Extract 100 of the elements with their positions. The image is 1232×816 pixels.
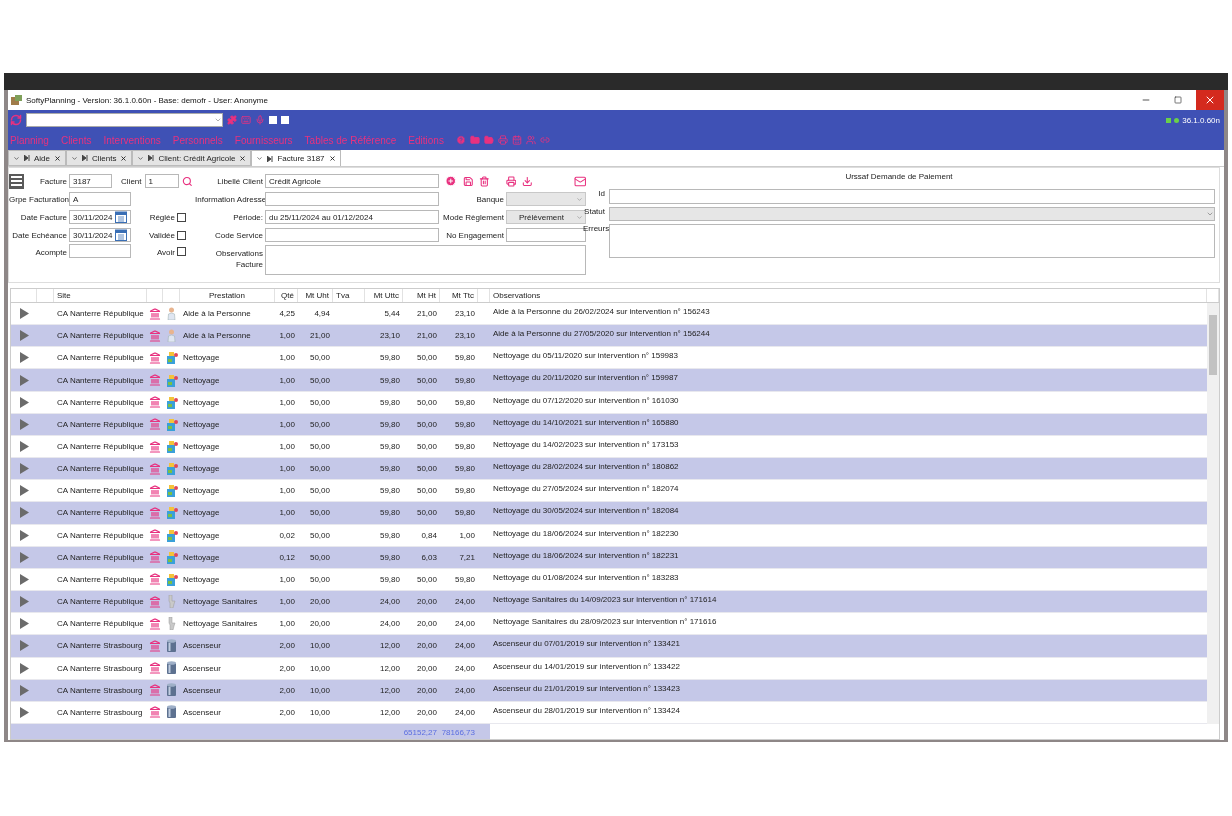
cleaning-icon <box>165 550 178 564</box>
input-field[interactable]: du 25/11/2024 au 01/12/2024 <box>265 210 439 224</box>
table-cell-text: 59,80 <box>453 397 476 407</box>
cylinder-icon <box>166 638 177 653</box>
table-cell-text: CA Nanterre République <box>56 619 145 629</box>
field-label: Observations Facture <box>214 248 263 270</box>
text-area[interactable] <box>265 245 586 275</box>
expand-arrow-icon[interactable] <box>19 551 29 563</box>
expand-arrow-icon[interactable] <box>19 485 29 497</box>
checkbox[interactable] <box>177 230 186 240</box>
mail-icon[interactable] <box>573 174 586 188</box>
table-cell-text: 59,80 <box>378 397 401 407</box>
tab[interactable]: Clients <box>66 150 133 166</box>
expand-arrow-icon[interactable] <box>19 308 29 320</box>
field-label: Information Adresse <box>195 194 263 204</box>
table-cell-text: Nettoyage du 14/02/2023 sur intervention n° 173153 <box>492 438 680 449</box>
expand-arrow-icon[interactable] <box>19 441 29 452</box>
expand-arrow-icon[interactable] <box>19 662 29 674</box>
input-field[interactable]: 1 <box>144 174 180 188</box>
table-cell-text: 59,80 <box>453 442 476 451</box>
date-field[interactable]: 30/11/2024 <box>69 210 131 224</box>
expand-arrow-icon[interactable] <box>19 507 29 519</box>
expand-arrow-icon[interactable] <box>19 684 29 696</box>
skip-icon[interactable] <box>267 155 274 162</box>
tab-menu-icon[interactable] <box>256 155 264 162</box>
field-label: Code Service <box>213 230 263 240</box>
table-cell-text: Ascenseur <box>182 685 222 695</box>
input-field[interactable] <box>609 189 1215 204</box>
skip-icon[interactable] <box>148 155 155 161</box>
bank-icon <box>149 418 161 431</box>
table-cell-text: Nettoyage <box>182 574 221 584</box>
close-tab-icon[interactable] <box>54 154 61 162</box>
tab[interactable]: Aide <box>8 150 66 166</box>
table-cell-text: 2,00 <box>278 685 296 695</box>
input-field[interactable] <box>265 192 439 206</box>
help-icon[interactable] <box>455 135 466 145</box>
table-cell-text: 2,00 <box>278 707 296 717</box>
expand-arrow-icon[interactable] <box>19 463 29 475</box>
skip-icon[interactable] <box>82 155 88 161</box>
search-combo[interactable] <box>26 113 223 127</box>
table-cell-text: CA Nanterre Strasbourg <box>56 641 144 651</box>
refresh-icon[interactable] <box>10 114 22 126</box>
delete-icon[interactable] <box>479 175 490 187</box>
table-cell-text: 24,00 <box>378 619 401 629</box>
print-icon[interactable] <box>505 175 517 187</box>
expand-arrow-icon[interactable] <box>19 640 29 652</box>
search-icon[interactable] <box>182 175 193 187</box>
expand-arrow-icon[interactable] <box>19 374 29 386</box>
expand-arrow-icon[interactable] <box>19 706 29 718</box>
calendar-icon[interactable] <box>115 229 127 241</box>
expand-arrow-icon[interactable] <box>19 573 29 585</box>
input-field[interactable] <box>265 228 439 242</box>
expand-arrow-icon[interactable] <box>19 596 29 608</box>
input-field[interactable]: A <box>69 192 131 206</box>
table-cell-text: 50,00 <box>308 574 331 584</box>
table-cell-text: 5,44 <box>383 309 401 319</box>
input-field[interactable]: Crédit Agricole <box>265 174 439 188</box>
table-cell-text: 1,00 <box>278 508 296 518</box>
tab[interactable]: Facture 3187 <box>251 150 341 166</box>
tab-menu-icon[interactable] <box>137 154 145 162</box>
close-tab-icon[interactable] <box>328 155 336 162</box>
expand-arrow-icon[interactable] <box>19 529 29 541</box>
save-icon[interactable] <box>462 175 474 187</box>
expand-arrow-icon[interactable] <box>19 618 29 630</box>
input-field[interactable]: 3187 <box>69 174 112 188</box>
table-cell-text: Nettoyage du 14/10/2021 sur intervention n° 165880 <box>492 416 680 427</box>
table-cell-text: 23,10 <box>378 331 401 341</box>
skip-icon[interactable] <box>24 155 30 161</box>
table-cell-text: 1,00 <box>278 353 296 363</box>
cleaning-icon <box>165 506 178 520</box>
date-field[interactable]: 30/11/2024 <box>69 228 131 242</box>
table-cell-text: 59,80 <box>378 508 401 518</box>
folder-icon[interactable] <box>483 135 494 145</box>
scrollbar[interactable] <box>1207 303 1219 724</box>
tab[interactable]: Client: Crédit Agricole <box>132 150 252 166</box>
text-area[interactable] <box>609 224 1215 258</box>
table-cell-text: 50,00 <box>308 508 331 518</box>
table-cell-text: CA Nanterre République <box>56 331 145 341</box>
bank-icon <box>149 706 161 719</box>
close-tab-icon[interactable] <box>120 154 128 162</box>
input-field[interactable] <box>69 244 131 258</box>
menu-button[interactable] <box>9 173 24 189</box>
puzzle-icon[interactable] <box>227 115 237 125</box>
add-icon[interactable] <box>445 175 457 187</box>
folder-icon[interactable] <box>469 135 480 145</box>
expand-arrow-icon[interactable] <box>19 330 29 342</box>
download-icon[interactable] <box>522 175 533 187</box>
table-cell-text: CA Nanterre République <box>56 597 145 607</box>
expand-arrow-icon[interactable] <box>19 418 29 430</box>
checkbox[interactable] <box>177 212 186 222</box>
close-tab-icon[interactable] <box>239 154 247 162</box>
calendar-icon[interactable] <box>115 211 127 223</box>
expand-arrow-icon[interactable] <box>19 352 29 364</box>
close-button[interactable] <box>1196 90 1224 110</box>
checkbox[interactable] <box>177 247 186 256</box>
expand-arrow-icon[interactable] <box>19 396 29 408</box>
table-cell-text: CA Nanterre République <box>56 397 145 407</box>
print-icon[interactable] <box>497 135 508 145</box>
tab-menu-icon[interactable] <box>13 154 20 162</box>
tab-menu-icon[interactable] <box>71 154 78 162</box>
